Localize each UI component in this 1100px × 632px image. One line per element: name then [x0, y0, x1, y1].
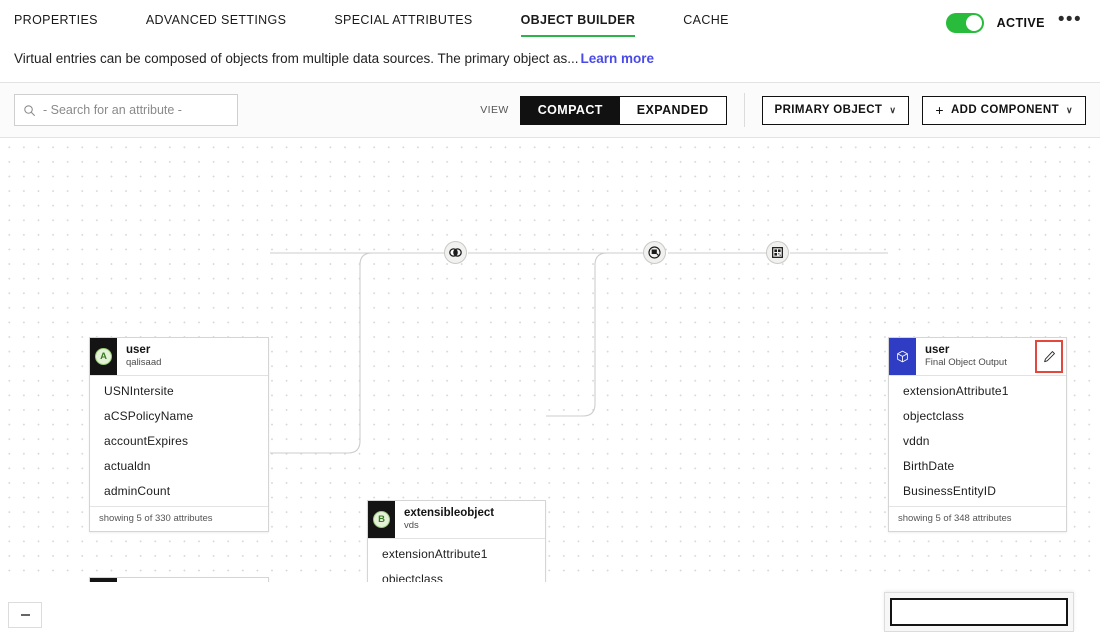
- tab-special-attributes[interactable]: SPECIAL ATTRIBUTES: [334, 0, 472, 45]
- node-badge-a: A: [90, 338, 117, 375]
- tab-properties[interactable]: PROPERTIES: [14, 0, 98, 45]
- overflow-menu-icon[interactable]: •••: [1058, 10, 1082, 31]
- search-icon: [24, 104, 36, 116]
- node-subtitle: qalisaad: [126, 357, 162, 369]
- tab-advanced-settings[interactable]: ADVANCED SETTINGS: [146, 0, 286, 45]
- node-attribute-list: extensionAttribute1 objectclass vddn: [368, 539, 545, 582]
- top-tab-bar: PROPERTIES ADVANCED SETTINGS SPECIAL ATT…: [0, 0, 1100, 45]
- tab-object-builder[interactable]: OBJECT BUILDER: [520, 0, 636, 45]
- add-component-button[interactable]: + ADD COMPONENT ∨: [922, 95, 1086, 125]
- primary-object-label: PRIMARY OBJECT: [774, 104, 883, 116]
- node-footer-count: showing 5 of 330 attributes: [90, 505, 268, 531]
- node-header: C vdHumanResourcesEmployee qalisasql: [90, 578, 268, 582]
- status-badge: ACTIVE: [996, 15, 1045, 30]
- pencil-icon: [1043, 350, 1055, 362]
- view-label: VIEW: [480, 104, 509, 116]
- chevron-down-icon: ∨: [1066, 104, 1073, 115]
- node-card-user-qalisaad[interactable]: A user qalisaad USNIntersite aCSPolicyNa…: [89, 337, 269, 532]
- cube-icon: [897, 350, 908, 363]
- node-title: user: [126, 344, 151, 356]
- list-item[interactable]: actualdn: [90, 454, 268, 479]
- toolbar-divider: [743, 93, 745, 127]
- list-item[interactable]: BirthDate: [889, 454, 1066, 479]
- search-input[interactable]: [43, 103, 229, 117]
- grid-map-icon: [772, 247, 783, 258]
- canvas-minimap-panel[interactable]: [884, 592, 1074, 632]
- tab-cache[interactable]: CACHE: [683, 0, 729, 45]
- tab-cache-label: CACHE: [683, 12, 729, 27]
- list-item[interactable]: extensionAttribute1: [368, 542, 545, 567]
- node-badge-c: C: [90, 578, 117, 582]
- filter-circle-icon: [648, 246, 661, 259]
- edge-b-to-filter: [546, 252, 643, 417]
- edit-object-button[interactable]: [1035, 340, 1063, 373]
- list-item[interactable]: vddn: [889, 429, 1066, 454]
- node-header: B extensibleobject vds: [368, 501, 545, 539]
- connector-map-button[interactable]: [766, 241, 789, 264]
- badge-letter: A: [95, 347, 112, 365]
- list-item[interactable]: objectclass: [889, 404, 1066, 429]
- toggle-knob: [965, 14, 982, 31]
- edge-c-to-join: [270, 252, 444, 454]
- node-card-vdhumanresourcesemployee[interactable]: C vdHumanResourcesEmployee qalisasql Bir…: [89, 577, 269, 582]
- node-title-group: vdHumanResourcesEmployee qalisasql: [117, 578, 268, 582]
- chevron-down-icon: ∨: [889, 104, 897, 115]
- builder-toolbar: VIEW COMPACT EXPANDED PRIMARY OBJECT ∨ +…: [0, 83, 1100, 138]
- object-builder-canvas[interactable]: A user qalisaad USNIntersite aCSPolicyNa…: [0, 138, 1100, 582]
- connector-filter-button[interactable]: [643, 241, 666, 264]
- active-toggle[interactable]: [945, 12, 984, 33]
- tab-special-attributes-label: SPECIAL ATTRIBUTES: [334, 12, 473, 27]
- tab-list: PROPERTIES ADVANCED SETTINGS SPECIAL ATT…: [14, 0, 777, 45]
- badge-letter: B: [373, 510, 390, 528]
- view-mode-compact[interactable]: COMPACT: [520, 96, 620, 124]
- node-footer-count: showing 5 of 348 attributes: [889, 505, 1066, 531]
- node-header: user Final Object Output: [889, 338, 1066, 376]
- node-card-final-object-output[interactable]: user Final Object Output extensionAttrib…: [888, 337, 1067, 532]
- view-mode-segmented-control: COMPACT EXPANDED: [519, 95, 727, 125]
- join-venn-icon: [449, 248, 462, 257]
- node-card-extensibleobject-vds[interactable]: B extensibleobject vds extensionAttribut…: [367, 500, 546, 582]
- search-box[interactable]: [14, 94, 238, 126]
- list-item[interactable]: objectclass: [368, 567, 545, 582]
- node-title: extensibleobject: [404, 507, 495, 519]
- node-badge-b: B: [368, 501, 395, 538]
- node-badge-output: [889, 338, 916, 375]
- node-attribute-list: extensionAttribute1 objectclass vddn Bir…: [889, 376, 1066, 506]
- description-text: Virtual entries can be composed of objec…: [14, 51, 579, 66]
- connector-join-button[interactable]: [444, 241, 467, 264]
- header-actions: ACTIVE •••: [945, 10, 1086, 33]
- canvas-zoom-control[interactable]: [8, 602, 42, 628]
- node-title-group: extensibleobject vds: [395, 501, 545, 538]
- plus-icon: +: [935, 102, 944, 118]
- list-item[interactable]: USNIntersite: [90, 379, 268, 404]
- tab-advanced-settings-label: ADVANCED SETTINGS: [145, 12, 287, 27]
- node-subtitle: Final Object Output: [925, 357, 1007, 369]
- learn-more-link[interactable]: Learn more: [581, 51, 655, 66]
- node-title-group: user Final Object Output: [916, 338, 1035, 375]
- primary-object-button[interactable]: PRIMARY OBJECT ∨: [761, 95, 910, 125]
- list-item[interactable]: aCSPolicyName: [90, 404, 268, 429]
- tab-object-builder-label: OBJECT BUILDER: [520, 12, 636, 27]
- list-item[interactable]: BusinessEntityID: [889, 479, 1066, 504]
- list-item[interactable]: extensionAttribute1: [889, 379, 1066, 404]
- view-mode-expanded[interactable]: EXPANDED: [619, 96, 726, 124]
- tab-properties-label: PROPERTIES: [14, 12, 98, 27]
- list-item[interactable]: adminCount: [90, 479, 268, 504]
- node-header: A user qalisaad: [90, 338, 268, 376]
- description-bar: Virtual entries can be composed of objec…: [0, 45, 1100, 82]
- node-attribute-list: USNIntersite aCSPolicyName accountExpire…: [90, 376, 268, 506]
- node-subtitle: vds: [404, 520, 419, 532]
- node-title-group: user qalisaad: [117, 338, 268, 375]
- add-component-label: ADD COMPONENT: [950, 104, 1059, 116]
- node-title: user: [925, 344, 950, 356]
- list-item[interactable]: accountExpires: [90, 429, 268, 454]
- minimap-viewport: [890, 598, 1068, 626]
